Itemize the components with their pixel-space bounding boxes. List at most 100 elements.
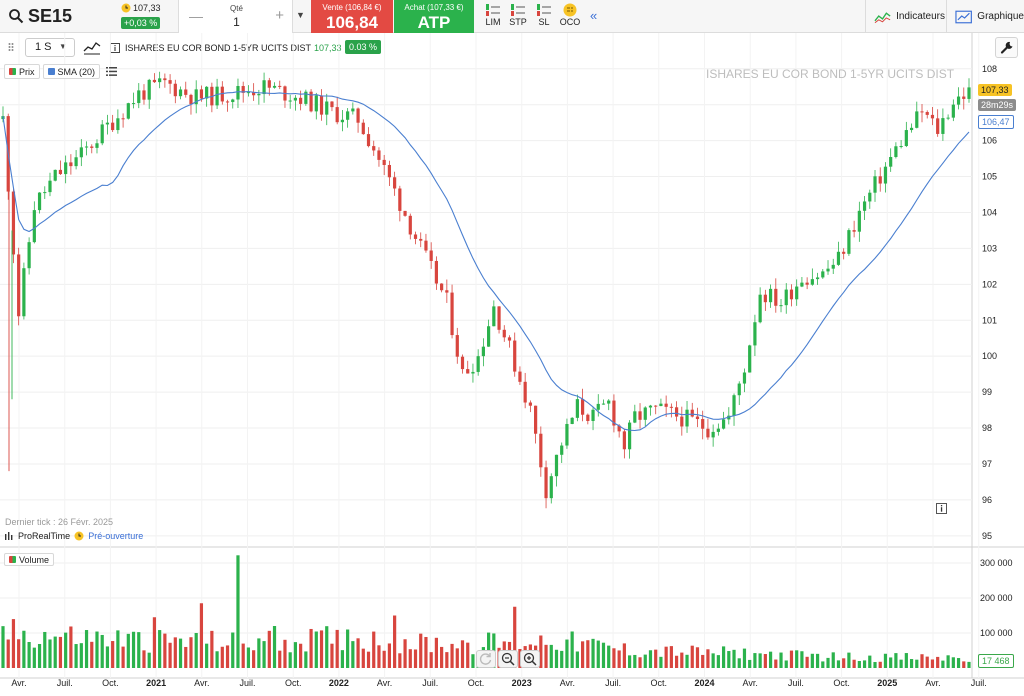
candle-body xyxy=(669,406,673,408)
volume-bar xyxy=(789,650,794,668)
candle-body xyxy=(173,83,177,97)
candle-body xyxy=(862,201,867,211)
candle-body xyxy=(779,305,783,307)
volume-bar xyxy=(570,631,574,668)
volume-bar xyxy=(231,632,235,668)
oco-order-button[interactable]: OCO xyxy=(558,3,582,31)
volume-bar xyxy=(721,646,726,668)
list-menu-icon[interactable] xyxy=(106,67,118,76)
price-chart[interactable]: 9596979899100101102103104105106107108100… xyxy=(0,33,1024,696)
candle-body xyxy=(48,180,52,193)
legend-volume[interactable]: Volume xyxy=(4,553,55,566)
y-tick-label: 97 xyxy=(982,459,992,469)
volume-bar xyxy=(314,631,318,668)
last-tick-label: Dernier tick : 26 Févr. 2025 xyxy=(5,517,114,527)
volume-bar xyxy=(763,654,767,668)
candle-body xyxy=(826,268,830,272)
ticker-symbol[interactable]: SE15 xyxy=(28,6,72,27)
sell-button[interactable]: Vente (106,84 €) 106,84 xyxy=(311,0,393,33)
candle-body xyxy=(325,101,329,115)
volume-bar xyxy=(836,660,841,668)
y-tick-label: 105 xyxy=(982,172,997,182)
candle-body xyxy=(408,215,412,235)
volume-bar xyxy=(111,641,115,668)
stop-order-label: STP xyxy=(509,17,527,27)
quantity-stepper[interactable]: — Qté 1 + xyxy=(178,0,293,33)
buy-button[interactable]: Achat (107,33 €) ATP xyxy=(394,0,474,33)
volume-bar xyxy=(272,626,277,668)
volume-bar xyxy=(680,652,684,668)
volume-bar xyxy=(946,655,950,668)
candle-body xyxy=(158,78,162,83)
candle-body xyxy=(701,419,705,429)
volume-bar xyxy=(257,638,261,668)
qty-plus-button[interactable]: + xyxy=(275,7,284,24)
volume-bar xyxy=(309,628,313,668)
volume-bar xyxy=(22,630,26,668)
limit-order-button[interactable]: LIM xyxy=(481,3,505,31)
candle-body xyxy=(152,79,157,83)
volume-bar xyxy=(225,645,230,668)
chart-icon xyxy=(955,10,972,23)
legend-price-swatch xyxy=(9,68,16,75)
volume-bar xyxy=(319,630,324,668)
candle-body xyxy=(930,114,935,119)
stop-order-button[interactable]: STP xyxy=(506,3,530,31)
volume-bar xyxy=(184,646,188,668)
candle-body xyxy=(685,409,689,427)
candle-body xyxy=(549,476,553,499)
candle-body xyxy=(737,383,741,396)
candle-body xyxy=(346,111,350,120)
candle-body xyxy=(815,277,820,280)
candle-body xyxy=(502,329,506,338)
volume-bar xyxy=(685,654,689,668)
volume-bar xyxy=(554,649,559,668)
zoom-out-button[interactable] xyxy=(498,650,518,668)
sma-line xyxy=(2,90,970,432)
info-icon[interactable] xyxy=(936,503,947,514)
volume-bar xyxy=(800,651,804,668)
volume-bar xyxy=(163,633,167,668)
x-tick-label: Avr. xyxy=(11,678,26,688)
volume-bar xyxy=(424,636,428,668)
candle-body xyxy=(434,260,438,284)
candle-body xyxy=(805,282,809,285)
candle-body xyxy=(471,371,475,374)
double-chevron-left-icon[interactable]: « xyxy=(590,8,597,23)
candle-body xyxy=(17,254,21,317)
chart-legend: Prix SMA (20) xyxy=(4,64,118,80)
candle-body xyxy=(288,100,292,102)
y-tick-label: 106 xyxy=(982,136,997,146)
legend-sma[interactable]: SMA (20) xyxy=(42,64,101,79)
candle-body xyxy=(429,250,433,261)
x-tick-label: Oct. xyxy=(102,678,119,688)
volume-bar xyxy=(753,653,757,668)
candle-body xyxy=(936,118,940,134)
volume-value-badge: 17 468 xyxy=(978,654,1014,668)
volume-bar xyxy=(810,653,814,668)
candle-body xyxy=(721,419,726,429)
zoom-in-button[interactable] xyxy=(520,650,540,668)
legend-price[interactable]: Prix xyxy=(4,64,40,79)
candle-body xyxy=(607,400,611,404)
volume-bar xyxy=(925,656,929,668)
x-tick-label: Avr. xyxy=(560,678,575,688)
indicators-button[interactable]: Indicateurs xyxy=(865,0,945,33)
chart-button[interactable]: Graphique xyxy=(946,0,1024,33)
buy-price: ATP xyxy=(417,13,451,32)
candle-body xyxy=(246,92,251,94)
volume-bar xyxy=(774,659,778,668)
stop-loss-button[interactable]: SL xyxy=(532,3,556,31)
y-tick-label: 102 xyxy=(982,279,997,289)
reset-zoom-button[interactable] xyxy=(476,650,496,668)
chevron-down-icon[interactable]: ▼ xyxy=(296,10,305,20)
volume-bar xyxy=(429,652,433,668)
volume-bar xyxy=(674,655,679,668)
candle-body xyxy=(168,80,172,84)
search-icon[interactable] xyxy=(8,8,24,24)
candle-body xyxy=(575,399,579,418)
candle-body xyxy=(351,108,355,112)
candle-body xyxy=(121,118,125,120)
legend-sma-swatch xyxy=(47,68,55,75)
sell-label: Vente (106,84 €) xyxy=(322,3,382,12)
